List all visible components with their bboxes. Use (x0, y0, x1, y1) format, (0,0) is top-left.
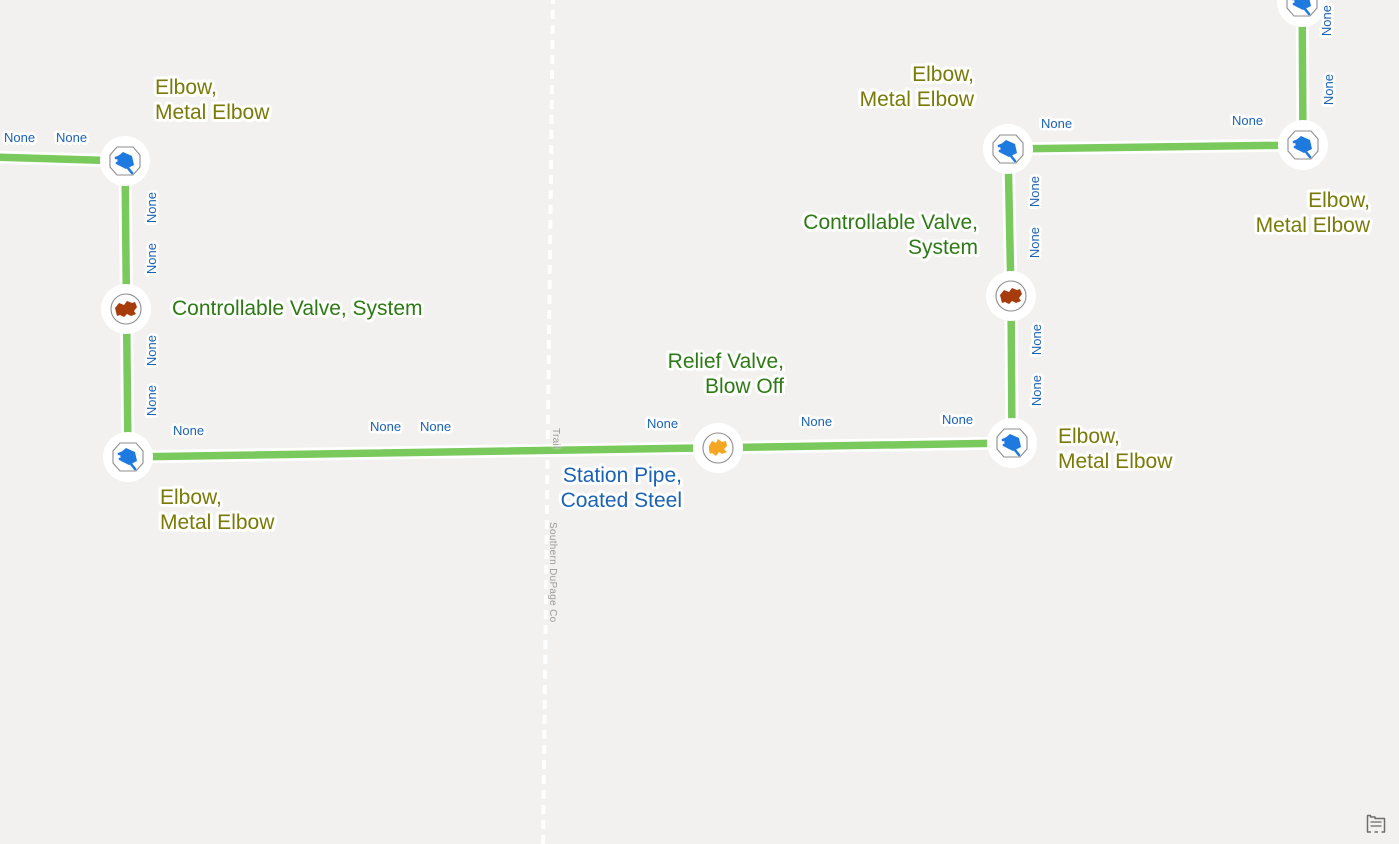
pipe-segment-north-horizontal (1004, 141, 1307, 153)
elbow-node-top-edge[interactable] (1277, 0, 1327, 27)
node-layer[interactable] (100, 0, 1328, 482)
pipe-halos (0, 0, 1310, 464)
relief-valve-node-center[interactable] (693, 423, 743, 473)
valve-node-west[interactable] (101, 284, 151, 334)
pipeline-network-map[interactable]: Trail Southern DuPage Co None None None None… (0, 0, 1399, 844)
facility-icon (1366, 814, 1386, 833)
elbow-node-se[interactable] (987, 418, 1037, 468)
valve-node-east[interactable] (986, 271, 1036, 321)
basemap-toggle-button[interactable] (1361, 810, 1391, 836)
elbow-node-ne[interactable] (983, 124, 1033, 174)
map-canvas (0, 0, 1328, 844)
trail-path (541, 0, 555, 844)
elbow-node-sw[interactable] (103, 432, 153, 482)
elbow-node-far-right[interactable] (1278, 120, 1328, 170)
elbow-node-nw[interactable] (100, 136, 150, 186)
pipe-network[interactable] (0, 0, 1307, 461)
